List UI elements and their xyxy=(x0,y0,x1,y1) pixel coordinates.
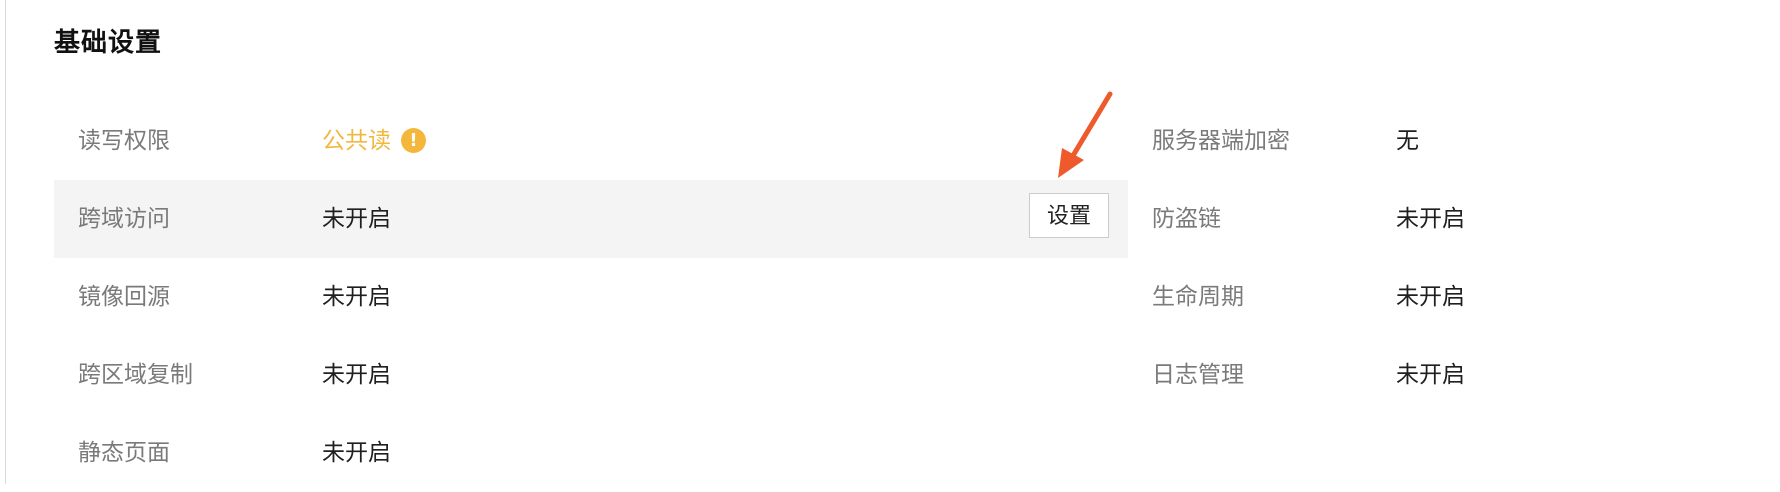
setting-label: 防盗链 xyxy=(1152,206,1221,232)
setting-value-read-permission: 公共读 xyxy=(322,128,391,154)
setting-label: 服务器端加密 xyxy=(1152,128,1290,154)
setting-value: 无 xyxy=(1396,128,1419,154)
section-title: 基础设置 xyxy=(54,28,163,58)
setting-value: 未开启 xyxy=(322,284,391,310)
basic-settings-panel: 基础设置 读写权限 公共读 ! 跨域访问 未开启 设置 镜像回源 未开启 跨区域… xyxy=(0,0,1780,484)
settings-row-cors: 跨域访问 未开启 设置 xyxy=(54,180,1128,258)
setting-label: 日志管理 xyxy=(1152,362,1244,388)
setting-label: 读写权限 xyxy=(78,128,170,154)
settings-row-static-page: 静态页面 未开启 xyxy=(54,414,1128,492)
setting-value: 未开启 xyxy=(1396,362,1465,388)
setting-value: 未开启 xyxy=(1396,206,1465,232)
setting-label: 跨区域复制 xyxy=(78,362,193,388)
warning-icon[interactable]: ! xyxy=(401,128,426,153)
setting-label: 生命周期 xyxy=(1152,284,1244,310)
cors-settings-button[interactable]: 设置 xyxy=(1029,193,1109,238)
annotation-arrow-icon xyxy=(1058,91,1113,178)
panel-left-border xyxy=(5,0,6,484)
setting-label: 跨域访问 xyxy=(78,206,170,232)
settings-row-hotlink-protection: 防盗链 未开启 xyxy=(1128,180,1688,258)
settings-row-cross-region-replication: 跨区域复制 未开启 xyxy=(54,336,1128,414)
setting-label: 镜像回源 xyxy=(78,284,170,310)
setting-value: 未开启 xyxy=(322,440,391,466)
settings-row-read-write: 读写权限 公共读 ! xyxy=(54,102,1128,180)
settings-row-mirror-origin: 镜像回源 未开启 xyxy=(54,258,1128,336)
settings-row-server-encryption: 服务器端加密 无 xyxy=(1128,102,1688,180)
setting-value: 未开启 xyxy=(1396,284,1465,310)
settings-row-lifecycle: 生命周期 未开启 xyxy=(1128,258,1688,336)
settings-row-log-management: 日志管理 未开启 xyxy=(1128,336,1688,414)
setting-label: 静态页面 xyxy=(78,440,170,466)
setting-value: 未开启 xyxy=(322,362,391,388)
setting-value: 未开启 xyxy=(322,206,391,232)
